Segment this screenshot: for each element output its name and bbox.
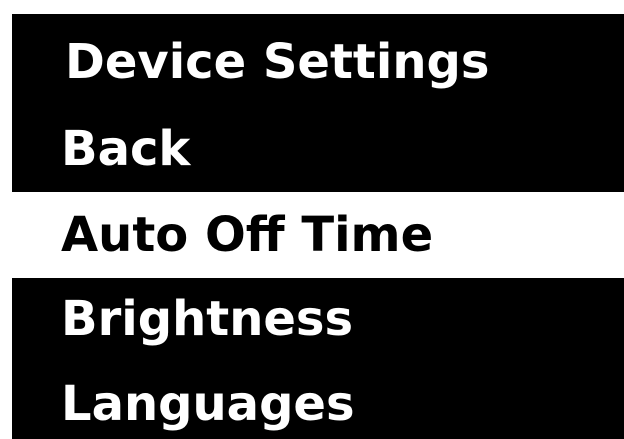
device-screen: Device Settings Back Auto Off Time Brigh… [12,14,624,439]
menu-item-label: Languages [61,376,355,432]
menu-item-back[interactable]: Back [12,106,624,192]
page-title: Device Settings [65,34,490,90]
menu-item-auto-off-time[interactable]: Auto Off Time [12,192,624,278]
menu-item-label: Auto Off Time [61,207,434,263]
menu-item-languages[interactable]: Languages [12,361,624,439]
menu-item-label: Brightness [61,291,354,347]
menu-item-label: Back [61,121,191,177]
menu-item-brightness[interactable]: Brightness [12,276,624,362]
